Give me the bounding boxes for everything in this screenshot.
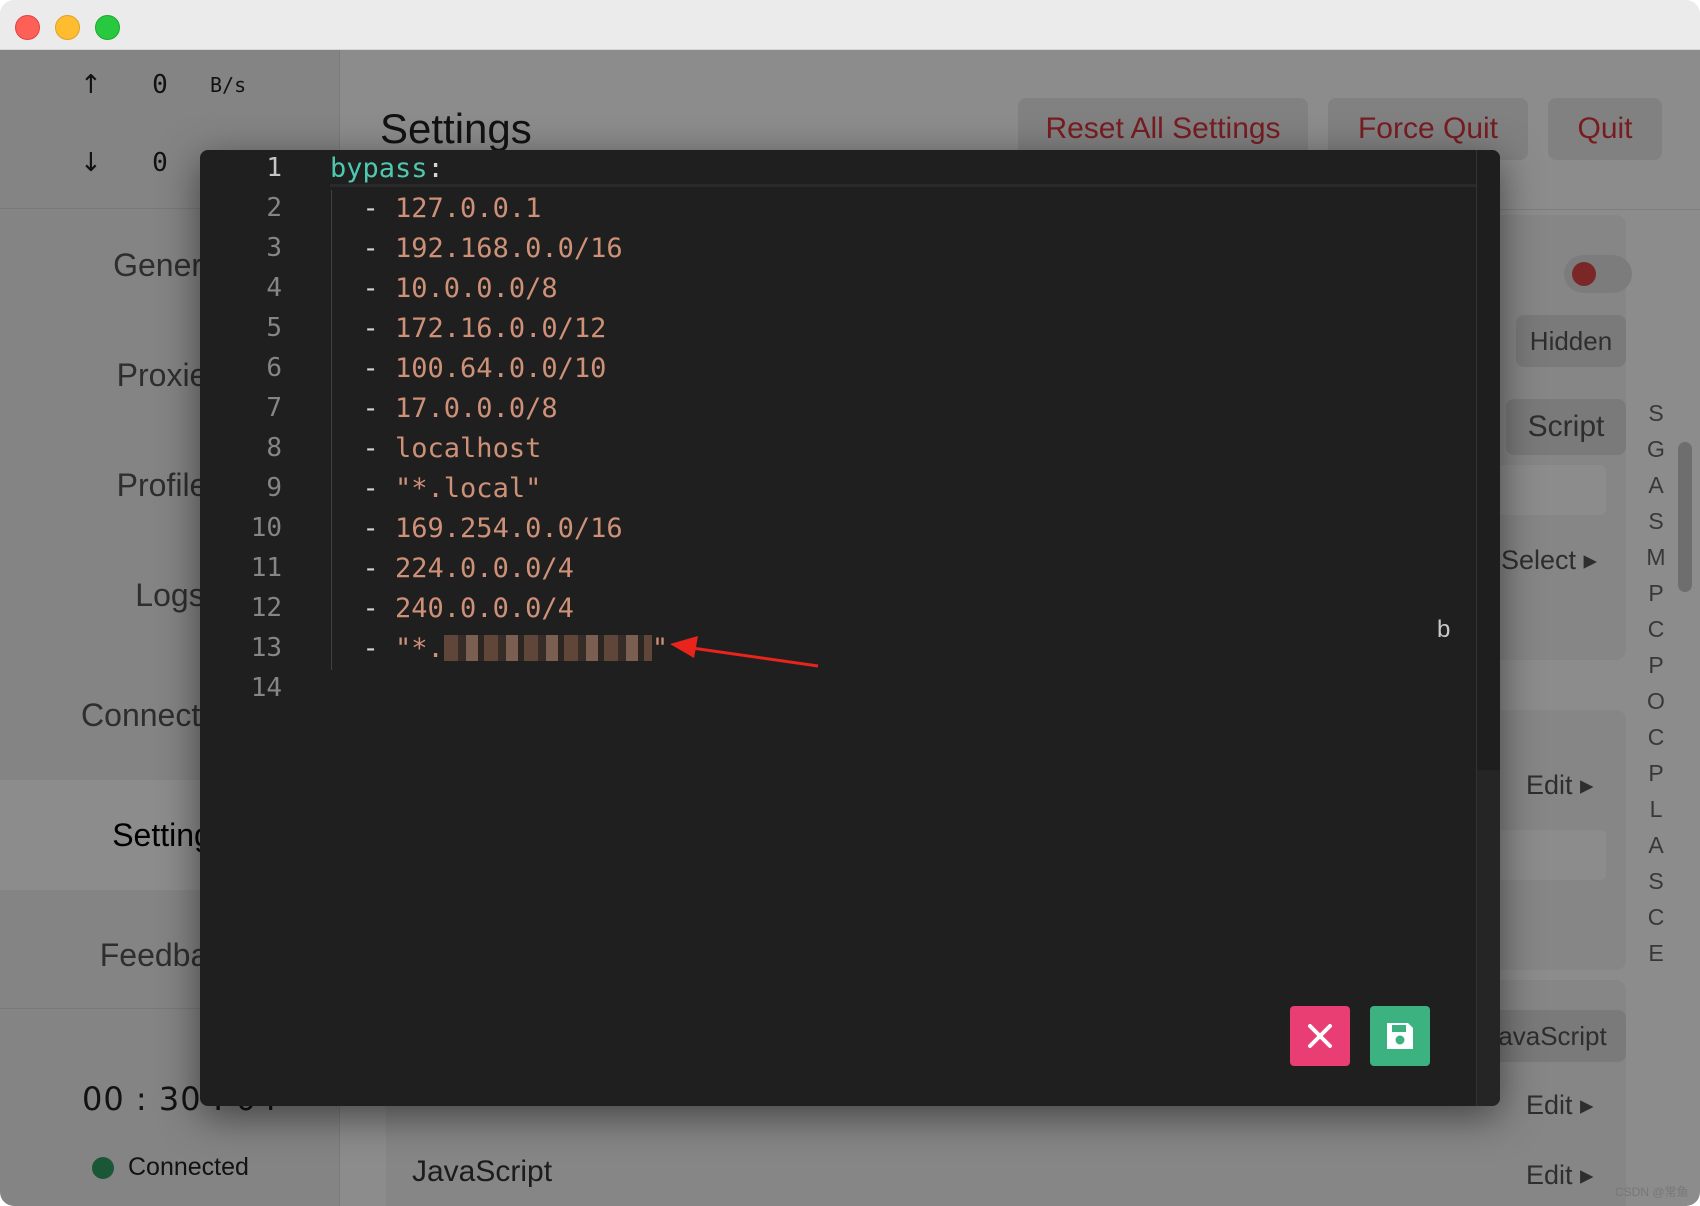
hint-text: b xyxy=(1437,616,1451,643)
list-dash: - xyxy=(330,473,396,504)
code-line: bypass: xyxy=(330,153,444,184)
bypass-entry: 224.0.0.0/4 xyxy=(395,553,574,584)
bypass-entry: "*.local" xyxy=(395,473,542,504)
close-window-button[interactable] xyxy=(15,15,40,40)
list-dash: - xyxy=(330,393,396,424)
code-line: - 240.0.0.0/4 xyxy=(330,593,574,624)
list-dash: - xyxy=(330,593,396,624)
code-editor[interactable]: bypass: - 127.0.0.1 - 192.168.0.0/16 - 1… xyxy=(200,150,1476,1106)
arrow-head xyxy=(670,636,698,658)
red-arrow-annotation xyxy=(670,636,819,668)
bypass-entry: localhost xyxy=(395,433,542,464)
code-line: - localhost xyxy=(330,433,542,464)
zoom-window-button[interactable] xyxy=(95,15,120,40)
list-dash: - xyxy=(330,233,396,264)
redacted-domain xyxy=(443,635,652,661)
bypass-entry: 240.0.0.0/4 xyxy=(395,593,574,624)
close-icon xyxy=(1308,1024,1332,1048)
watermark: CSDN @常鱼 xyxy=(1615,1185,1689,1199)
code-line: - "*. " xyxy=(330,633,669,664)
list-dash: - xyxy=(330,433,396,464)
code-line: - 100.64.0.0/10 xyxy=(330,353,607,384)
bypass-entry: 192.168.0.0/16 xyxy=(395,233,623,264)
bypass-entry: 10.0.0.0/8 xyxy=(395,273,558,304)
code-line: - 169.254.0.0/16 xyxy=(330,513,623,544)
code-line: - 192.168.0.0/16 xyxy=(330,233,623,264)
code-line: - "*.local" xyxy=(330,473,542,504)
list-dash: - xyxy=(330,273,396,304)
code-line: - 172.16.0.0/12 xyxy=(330,313,607,344)
list-dash: - xyxy=(330,193,396,224)
code-line: - 224.0.0.0/4 xyxy=(330,553,574,584)
list-dash: - xyxy=(330,353,396,384)
bypass-entry: 169.254.0.0/16 xyxy=(395,513,623,544)
bypass-entry-prefix: "*. xyxy=(395,633,444,664)
bypass-entry: 100.64.0.0/10 xyxy=(395,353,607,384)
code-line: - 127.0.0.1 xyxy=(330,193,542,224)
bypass-editor-modal: 1 2 3 4 5 6 7 8 9 10 11 12 13 14 bypass:… xyxy=(200,150,1500,1106)
bypass-entry-suffix: " xyxy=(651,633,669,664)
list-dash: - xyxy=(330,633,396,664)
editor-scrollbar[interactable] xyxy=(1476,150,1500,1106)
code-line: - 17.0.0.0/8 xyxy=(330,393,558,424)
code-line: - 10.0.0.0/8 xyxy=(330,273,558,304)
title-bar xyxy=(0,0,1700,50)
yaml-key: bypass xyxy=(330,153,428,184)
minimize-window-button[interactable] xyxy=(55,15,80,40)
save-button[interactable] xyxy=(1370,1006,1430,1066)
list-dash: - xyxy=(330,553,396,584)
bypass-entry: 172.16.0.0/12 xyxy=(395,313,607,344)
arrow-shaft xyxy=(691,646,819,668)
list-dash: - xyxy=(330,513,396,544)
yaml-colon: : xyxy=(427,153,444,184)
list-dash: - xyxy=(330,313,396,344)
bypass-entry: 127.0.0.1 xyxy=(395,193,542,224)
bypass-entry: 17.0.0.0/8 xyxy=(395,393,558,424)
app-window: ↑ 0 B/s ↓ 0 General Proxies Profiles Log… xyxy=(0,0,1700,1206)
cancel-button[interactable] xyxy=(1290,1006,1350,1066)
floppy-disk-icon xyxy=(1387,1023,1413,1049)
editor-scrollbar-thumb[interactable] xyxy=(1477,150,1500,770)
